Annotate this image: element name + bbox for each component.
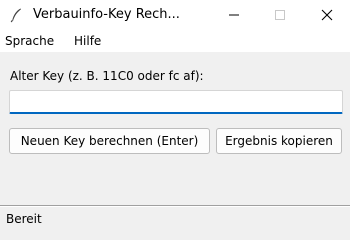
copy-result-button[interactable]: Ergebnis kopieren: [216, 128, 342, 154]
window-title: Verbauinfo-Key Rech...: [33, 7, 180, 22]
menu-sprache[interactable]: Sprache: [5, 33, 54, 49]
minimize-icon: [228, 6, 240, 25]
feather-icon: [8, 7, 24, 23]
maximize-icon: [274, 6, 286, 25]
maximize-button[interactable]: [257, 0, 303, 30]
old-key-label: Alter Key (z. B. 11C0 oder fc af):: [10, 69, 204, 83]
menu-hilfe[interactable]: Hilfe: [74, 33, 101, 49]
compute-new-key-button[interactable]: Neuen Key berechnen (Enter): [9, 128, 210, 154]
old-key-input[interactable]: [9, 90, 343, 114]
menu-bar: Sprache Hilfe: [0, 30, 350, 52]
status-bar-divider: [0, 205, 350, 207]
close-button[interactable]: [304, 0, 350, 30]
close-icon: [321, 6, 333, 25]
status-text: Bereit: [6, 212, 42, 226]
title-bar[interactable]: Verbauinfo-Key Rech...: [0, 0, 350, 30]
app-window: Verbauinfo-Key Rech... Sprache Hilfe Alt…: [0, 0, 350, 233]
minimize-button[interactable]: [211, 0, 257, 30]
